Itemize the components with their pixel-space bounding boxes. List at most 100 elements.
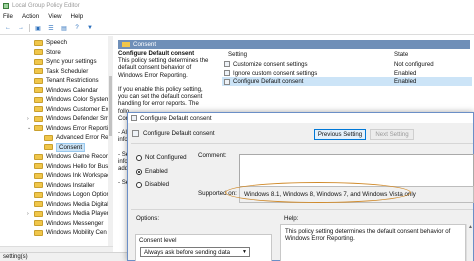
consent-level-label: Consent level <box>139 237 177 244</box>
radio-label: Disabled <box>145 181 170 188</box>
settings-list: Setting State Customize consent settings… <box>222 50 472 95</box>
policy-setting-icon <box>224 61 230 68</box>
description-line: Windows Error Reporting. <box>118 71 188 79</box>
tree-item[interactable]: Windows Media Digital <box>34 200 109 209</box>
chevron-down-icon[interactable]: ⌄ <box>27 125 31 131</box>
options-content: Consent level Always ask before sending … <box>135 234 272 261</box>
menu-help[interactable]: Help <box>71 13 84 20</box>
dialog-title: Configure Default consent <box>140 114 212 122</box>
description-line <box>118 79 218 86</box>
folder-icon <box>34 87 43 94</box>
tree-item-label: Windows Installer <box>46 181 95 189</box>
tree-item[interactable]: Windows Hello for Busi <box>34 162 110 171</box>
toolbar: ← → ▣ ☰ ▤ ? ▼ <box>0 22 474 35</box>
previous-setting-button[interactable]: Previous Setting <box>314 129 366 140</box>
radio-enabled[interactable]: Enabled <box>136 167 168 176</box>
help-icon[interactable]: ? <box>72 24 82 33</box>
tree-item[interactable]: › Windows Media Player <box>27 209 109 218</box>
tree-item[interactable]: Advanced Error Rep <box>44 133 112 142</box>
pane-header-title: Consent <box>133 41 157 48</box>
folder-icon <box>34 153 43 160</box>
setting-row[interactable]: Ignore custom consent settings Enabled <box>222 69 472 78</box>
consent-level-dropdown[interactable]: Always ask before sending data ▼ <box>140 247 250 257</box>
setting-icon <box>131 115 137 121</box>
properties-icon[interactable]: ▤ <box>59 24 69 33</box>
next-setting-button[interactable]: Next Setting <box>370 129 414 140</box>
tree-item[interactable]: Speech <box>34 38 67 47</box>
setting-icon <box>132 129 139 137</box>
tree-item[interactable]: Sync your settings <box>34 57 97 66</box>
comment-label: Comment: <box>198 152 227 159</box>
tree-item[interactable]: Task Scheduler <box>34 67 88 76</box>
tree-item[interactable]: Tenant Restrictions <box>34 76 99 85</box>
menu-view[interactable]: View <box>48 13 61 20</box>
tree-item-label: Windows Defender Sm <box>46 115 110 123</box>
column-state[interactable]: State <box>394 50 408 59</box>
tree-item-label: Windows Calendar <box>46 86 98 94</box>
tree-item[interactable]: Store <box>34 48 61 57</box>
tree-item[interactable]: › Windows Defender Sm <box>27 114 110 123</box>
tree-item[interactable]: Windows Messenger <box>34 219 103 228</box>
tree-item-label: Windows Messenger <box>46 219 104 227</box>
scroll-up-icon[interactable]: ▲ <box>468 224 473 230</box>
tree-item[interactable]: ⌄ Windows Error Reportin <box>27 124 112 133</box>
help-label: Help: <box>284 215 299 222</box>
radio-button[interactable] <box>136 154 142 161</box>
folder-up-icon[interactable]: ▣ <box>33 24 43 33</box>
setting-state: Enabled <box>394 78 417 86</box>
tree-item-label: Windows Media Digital <box>46 200 109 208</box>
back-arrow-icon[interactable]: ← <box>3 24 13 33</box>
chevron-right-icon[interactable]: › <box>27 211 29 217</box>
tree-item-label: Sync your settings <box>46 58 97 66</box>
tree-item-label: Tenant Restrictions <box>46 77 99 85</box>
tree-item[interactable]: Windows Ink Workspac <box>34 171 110 180</box>
forward-arrow-icon[interactable]: → <box>16 24 26 33</box>
tree-item[interactable]: Consent <box>44 142 86 152</box>
setting-state: Enabled <box>394 69 417 77</box>
tree-item[interactable]: Windows Logon Option <box>34 190 110 199</box>
tree-item[interactable]: Windows Calendar <box>34 86 98 95</box>
radio-button[interactable] <box>136 168 142 175</box>
tree-item[interactable]: Windows Color System <box>34 95 110 104</box>
options-label: Options: <box>136 215 160 222</box>
tree-item[interactable]: Windows Game Record <box>34 152 111 161</box>
setting-name: Ignore custom consent settings <box>233 69 318 77</box>
menu-bar: File Action View Help <box>0 11 474 22</box>
folder-icon <box>34 106 43 113</box>
help-text: This policy setting determines the defau… <box>285 228 451 243</box>
folder-icon <box>34 115 43 122</box>
folder-icon <box>34 77 43 84</box>
list-icon[interactable]: ☰ <box>46 24 56 33</box>
tree-item-label: Consent <box>56 142 86 152</box>
chevron-right-icon[interactable]: › <box>27 116 29 122</box>
help-scrollbar[interactable]: ▲ <box>466 224 473 261</box>
radio-button[interactable] <box>136 181 142 188</box>
radio-disabled[interactable]: Disabled <box>136 180 169 189</box>
setting-row[interactable]: Customize consent settings Not configured <box>222 60 472 69</box>
options-panel: Consent level Always ask before sending … <box>131 224 280 261</box>
pane-header: Consent <box>118 40 470 49</box>
tree-item[interactable]: Windows Customer Ex <box>34 105 109 114</box>
menu-action[interactable]: Action <box>22 13 39 20</box>
menu-file[interactable]: File <box>3 13 13 20</box>
tree-item-label: Windows Media Player <box>46 210 109 218</box>
status-text: setting(s) <box>3 254 28 260</box>
tree-item[interactable]: Windows Mobility Cen <box>34 228 107 237</box>
dialog-title-bar: Configure Default consent <box>128 113 473 123</box>
dialog-header: Configure Default consent <box>128 124 473 142</box>
tree-item-label: Task Scheduler <box>46 67 89 75</box>
folder-icon <box>122 42 130 47</box>
tree-item[interactable]: Windows Installer <box>34 181 95 190</box>
folder-icon <box>34 229 43 236</box>
filter-icon[interactable]: ▼ <box>85 24 95 33</box>
folder-icon <box>34 125 43 132</box>
scrollbar-thumb[interactable] <box>109 76 112 136</box>
tree-item-label: Windows Ink Workspac <box>46 172 111 180</box>
tree-scrollbar[interactable] <box>108 36 113 246</box>
setting-row[interactable]: Configure Default consent Enabled <box>222 77 472 87</box>
folder-icon <box>34 39 43 46</box>
radio-not-configured[interactable]: Not Configured <box>136 153 187 162</box>
folder-icon <box>34 163 43 170</box>
column-setting[interactable]: Setting <box>228 50 247 59</box>
chevron-down-icon[interactable]: ▼ <box>242 249 247 255</box>
